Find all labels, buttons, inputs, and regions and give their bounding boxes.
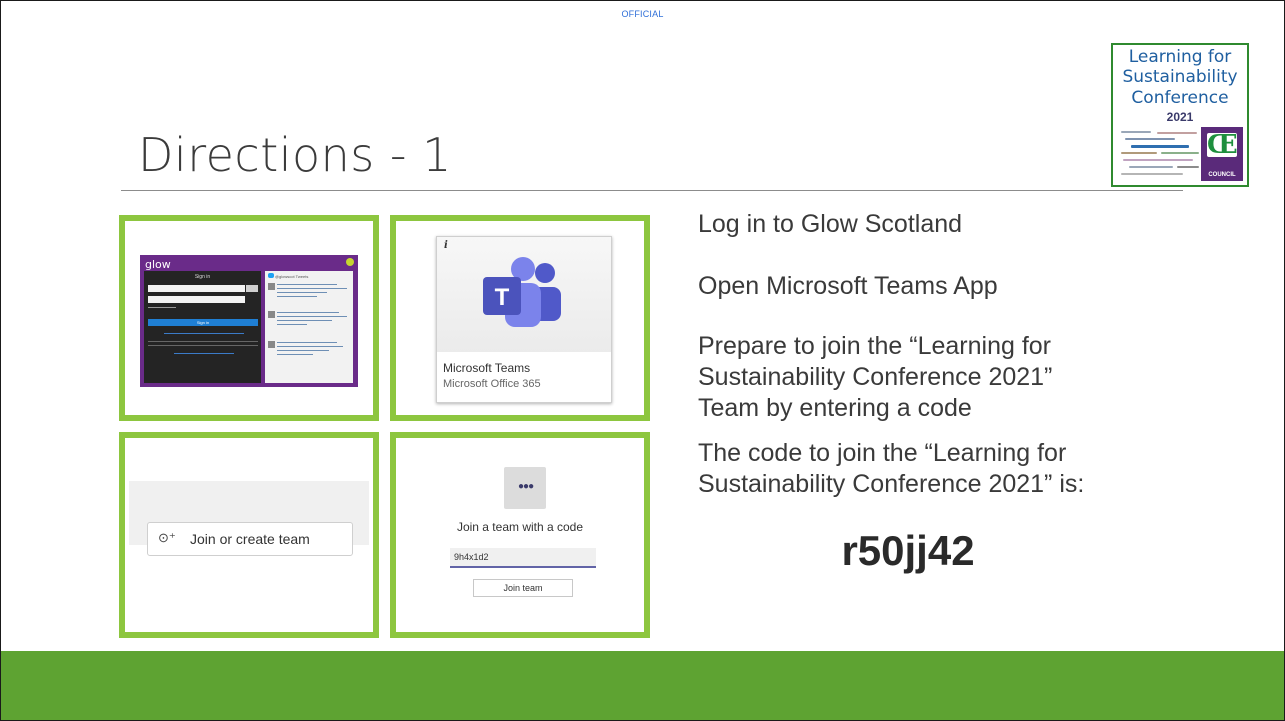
slide: OFFICIAL Directions - 1 Learning for Sus… — [0, 0, 1285, 721]
add-team-icon: ⊙⁺ — [158, 530, 176, 545]
more-link — [174, 353, 234, 354]
password-field — [148, 296, 245, 303]
remember-me — [148, 307, 176, 308]
notice-line — [148, 345, 258, 346]
team-code-input[interactable] — [450, 548, 596, 568]
glow-brand: glow — [145, 258, 171, 271]
step-1-text: Log in to Glow Scotland — [698, 210, 963, 238]
classification-label: OFFICIAL — [621, 9, 664, 19]
teams-app-tile: i T Microsoft Teams Microsoft Office 365 — [436, 236, 612, 403]
logo-line-3: Conference — [1131, 88, 1229, 108]
help-links — [164, 333, 244, 334]
signin-button: Sign in — [148, 319, 258, 326]
twitter-icon — [268, 273, 274, 278]
word-cloud-graphic — [1119, 129, 1203, 181]
teams-app-panel: i T Microsoft Teams Microsoft Office 365 — [390, 215, 650, 421]
tweets-header: @glowscot Tweets — [275, 274, 309, 279]
council-logo-icon: Œ — [1207, 130, 1238, 160]
microsoft-teams-icon: T — [483, 257, 561, 327]
council-label: COUNCIL — [1208, 172, 1236, 178]
glow-login-screenshot: glow Sign in Sign in @glowscot Tweets — [140, 255, 358, 387]
logo-year: 2021 — [1166, 110, 1194, 124]
logo-line-1: Learning for — [1128, 47, 1232, 67]
svg-text:T: T — [495, 284, 510, 311]
step-3-text: Prepare to join the “Learning for Sustai… — [698, 332, 1053, 422]
join-or-create-label: Join or create team — [190, 531, 310, 547]
join-create-panel: ⊙⁺ Join or create team — [119, 432, 379, 638]
join-team-button[interactable]: Join team — [473, 579, 573, 597]
signin-box: Sign in Sign in — [144, 271, 261, 383]
people-icon: ●●● — [518, 481, 534, 492]
step-4-text: The code to join the “Learning for Susta… — [698, 439, 1085, 498]
glow-screenshot-panel: glow Sign in Sign in @glowscot Tweets — [119, 215, 379, 421]
status-icon — [346, 258, 354, 266]
app-name: Microsoft Teams — [443, 361, 531, 375]
slide-title: Directions - 1 — [138, 128, 452, 182]
team-code-icon-box: ●●● — [504, 467, 546, 509]
join-code-panel: ●●● Join a team with a code Join team — [390, 432, 650, 638]
username-field — [148, 285, 245, 292]
notice-line — [148, 341, 258, 342]
signin-title: Sign in — [194, 274, 211, 280]
join-code-title: Join a team with a code — [456, 520, 584, 534]
tweet — [268, 283, 350, 307]
tile-caption: Microsoft Teams Microsoft Office 365 — [437, 352, 611, 402]
app-subtitle: Microsoft Office 365 — [443, 378, 541, 390]
logo-line-2: Sustainability — [1122, 67, 1238, 87]
info-icon: i — [444, 240, 448, 251]
council-emblem: Œ COUNCIL — [1201, 127, 1243, 181]
tweet — [268, 341, 350, 365]
tweets-panel: @glowscot Tweets — [265, 271, 353, 383]
footer-bar — [1, 651, 1284, 720]
step-2-text: Open Microsoft Teams App — [698, 272, 998, 300]
tweet — [268, 311, 350, 335]
username-button — [246, 285, 258, 292]
team-join-code: r50jj42 — [841, 527, 975, 574]
conference-logo: Learning for Sustainability Conference 2… — [1111, 43, 1249, 187]
join-or-create-team-button[interactable]: ⊙⁺ Join or create team — [147, 522, 353, 556]
title-divider — [121, 190, 1183, 191]
